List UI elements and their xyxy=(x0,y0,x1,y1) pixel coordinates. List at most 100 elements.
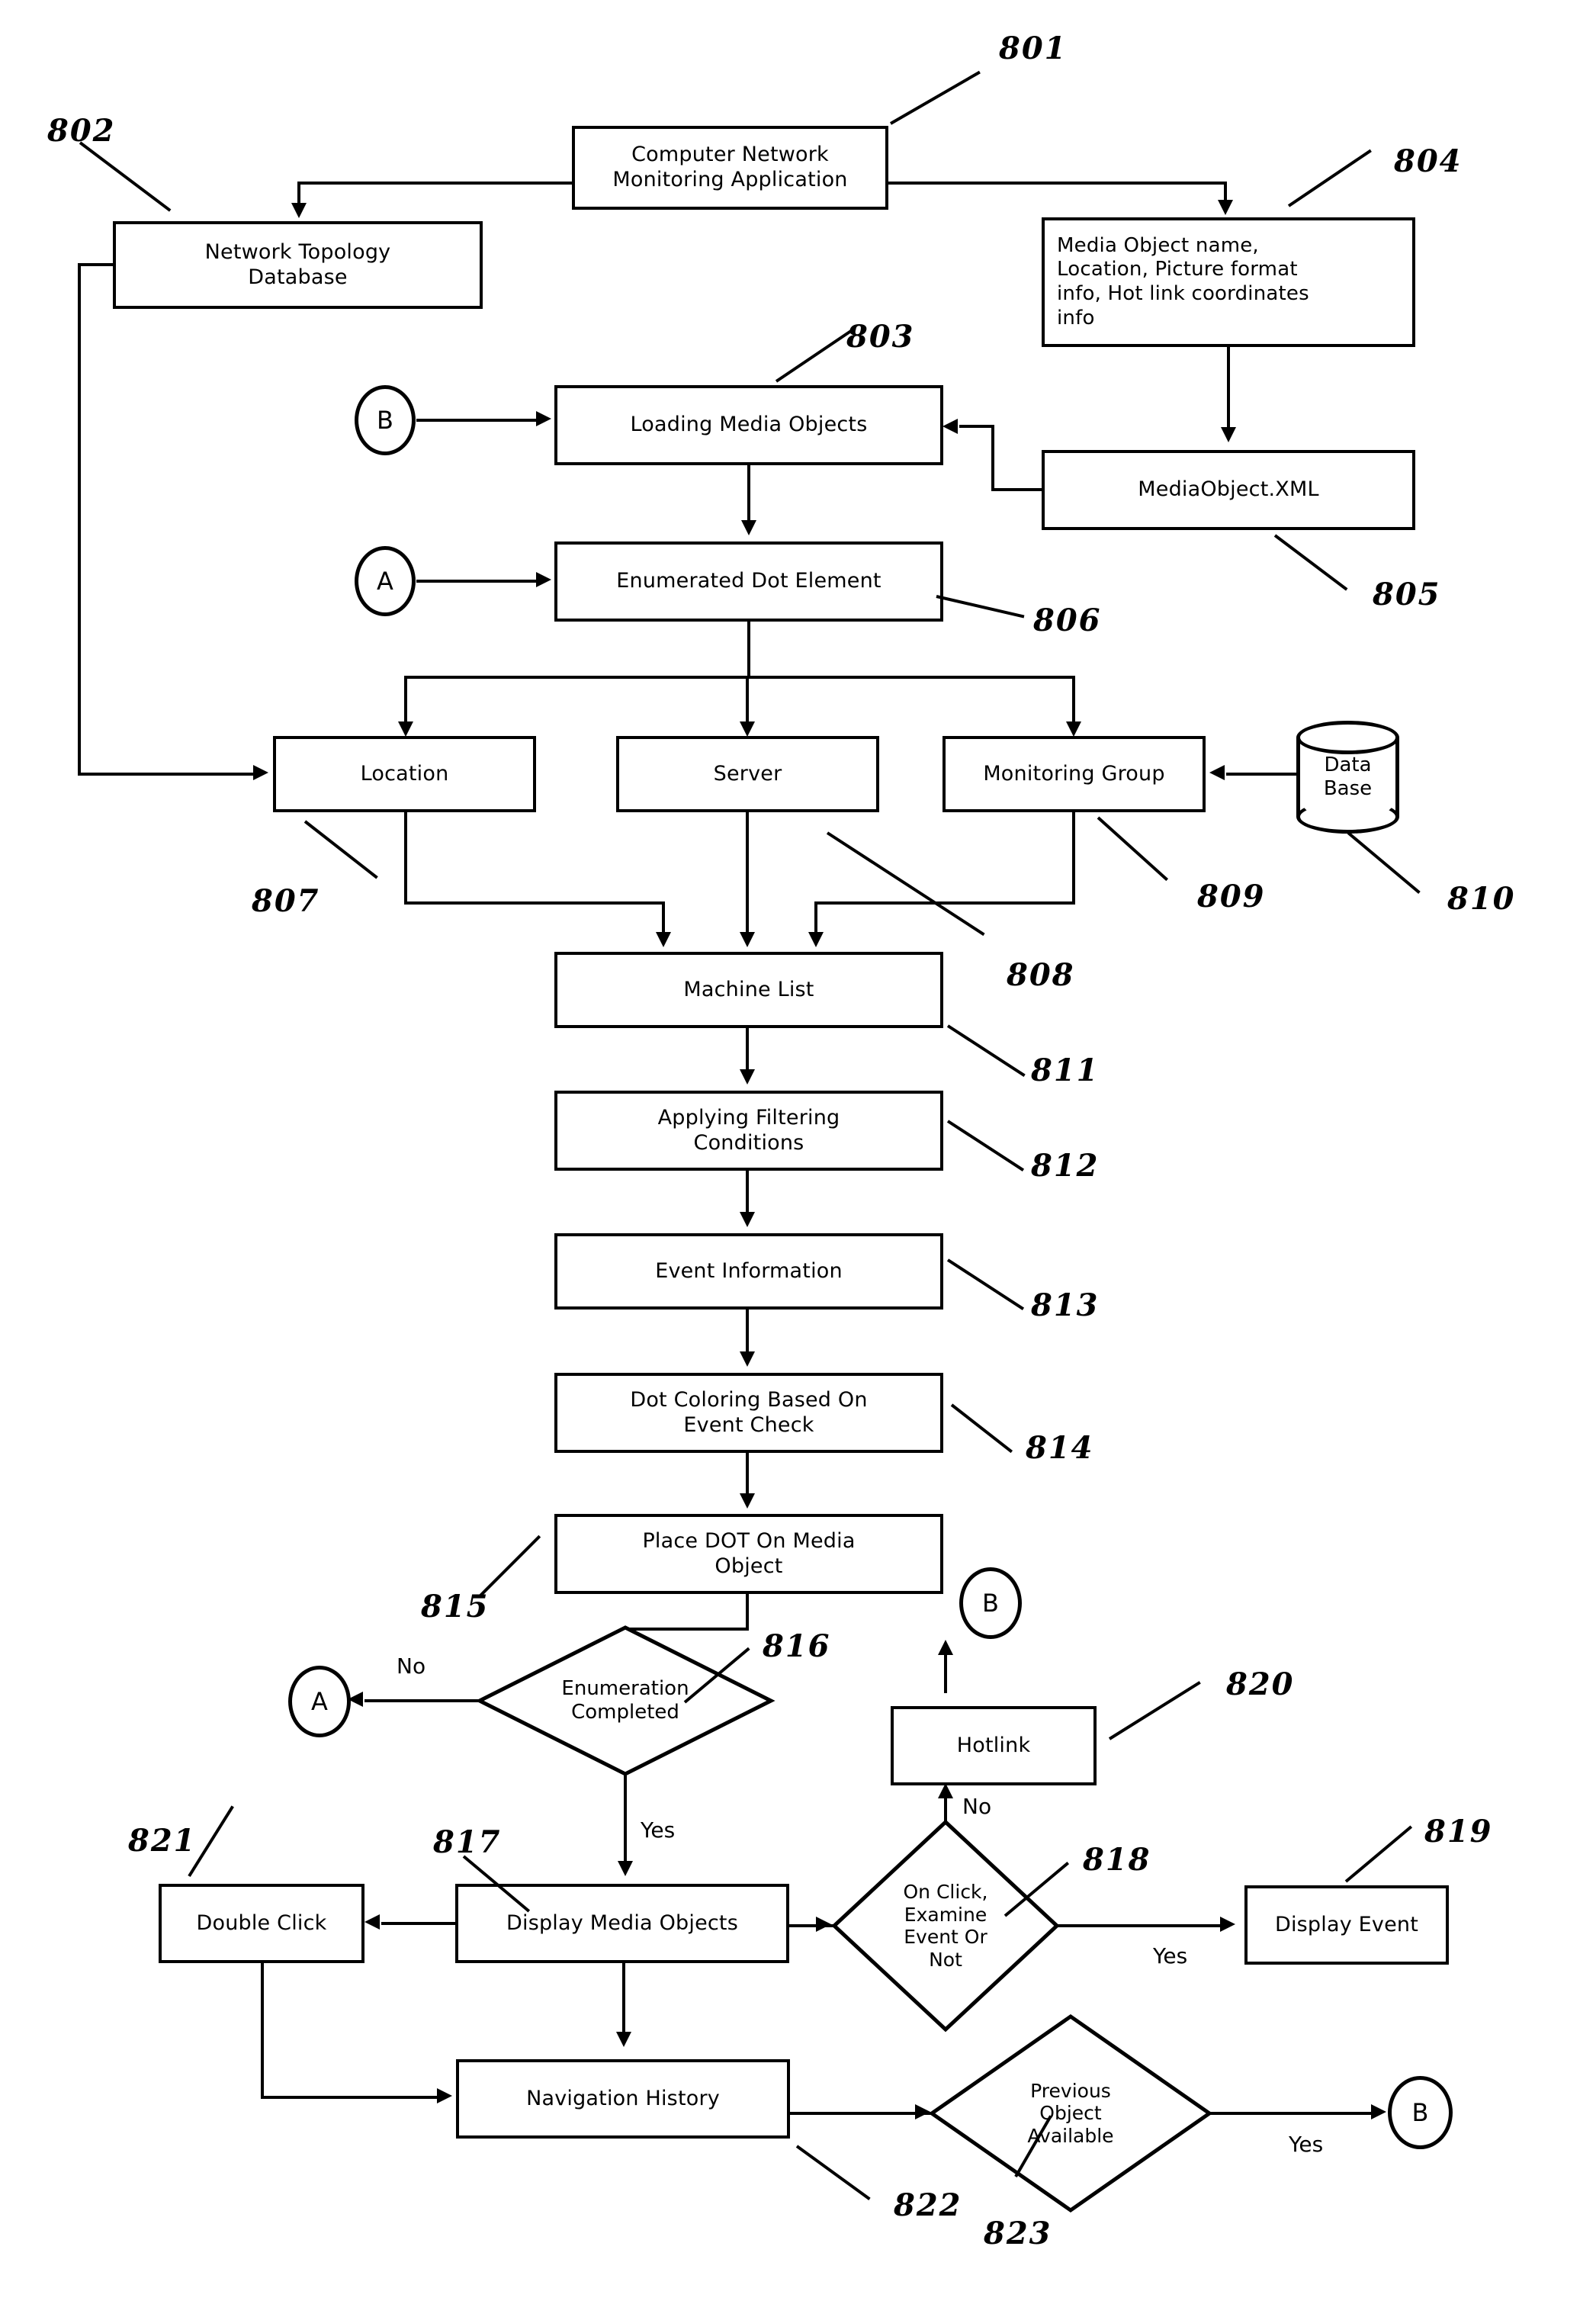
edge-801-to-802-h xyxy=(297,182,573,185)
node-loading-media-objects: Loading Media Objects xyxy=(554,385,943,465)
patent-figure-sheet: Computer Network Monitoring Application … xyxy=(0,0,1596,2317)
node-line: Location, Picture format xyxy=(1057,258,1298,281)
edge-812-to-813 xyxy=(746,1171,749,1215)
leader-820 xyxy=(1108,1681,1201,1740)
node-machine-list: Machine List xyxy=(554,952,943,1028)
leader-807 xyxy=(303,820,378,879)
edge-805-to-803-h2 xyxy=(959,425,994,428)
node-label-stack: Data Base xyxy=(1324,754,1372,800)
node-line: Network Topology xyxy=(204,239,391,264)
edge-b-to-803 xyxy=(416,419,538,422)
edge-805-to-803-v xyxy=(991,425,994,491)
node-label: Location xyxy=(360,761,449,786)
edge-label-enum-no: No xyxy=(397,1653,426,1679)
arrowhead-817-to-822 xyxy=(616,2032,631,2047)
leader-814 xyxy=(950,1403,1013,1454)
node-line: Monitoring Application xyxy=(612,168,848,191)
edge-location-h xyxy=(404,901,665,905)
node-line: Object xyxy=(715,1554,783,1578)
node-line: info xyxy=(1057,306,1095,329)
ref-810: 810 xyxy=(1447,881,1516,917)
edge-817-to-821 xyxy=(381,1922,458,1925)
node-label: Display Media Objects xyxy=(506,1910,738,1935)
arrowhead-ml-to-812 xyxy=(740,1069,755,1085)
decision-on-click-examine-event: On Click, Examine Event Or Not xyxy=(831,1819,1060,2033)
edge-814-to-815 xyxy=(746,1453,749,1496)
arrowhead-bus-monitoring xyxy=(1066,721,1081,737)
leader-819 xyxy=(1344,1825,1413,1883)
edge-816-yes xyxy=(624,1776,627,1861)
arrowhead-816-yes xyxy=(618,1861,633,1876)
bus-806-h xyxy=(404,676,1075,679)
node-line: Database xyxy=(248,265,348,289)
node-hotlink: Hotlink xyxy=(891,1706,1097,1785)
leader-801 xyxy=(890,70,981,125)
leader-812 xyxy=(946,1120,1025,1171)
node-label: Applying Filtering Conditions xyxy=(564,1106,934,1156)
arrowhead-805-to-803 xyxy=(943,419,958,434)
node-line: info, Hot link coordinates xyxy=(1057,282,1309,305)
edge-805-to-803-h1 xyxy=(991,488,1045,491)
edge-816-no xyxy=(364,1699,480,1702)
connector-label: A xyxy=(311,1687,328,1716)
edge-801-to-804-h xyxy=(887,182,1227,185)
node-line: Base xyxy=(1323,777,1373,800)
node-label: Network Topology Database xyxy=(122,240,474,291)
node-place-dot-on-media-object: Place DOT On Media Object xyxy=(554,1514,943,1594)
bus-branch-server xyxy=(746,676,749,726)
node-line: Place DOT On Media xyxy=(642,1528,856,1553)
arrowhead-814-to-815 xyxy=(740,1493,755,1509)
edge-ml-to-812 xyxy=(746,1028,749,1072)
node-label: MediaObject.XML xyxy=(1138,477,1319,502)
edge-801-to-802-v xyxy=(297,182,300,204)
arrowhead-a-to-806 xyxy=(536,572,551,587)
node-applying-filtering-conditions: Applying Filtering Conditions xyxy=(554,1091,943,1171)
edge-label-prev-yes: Yes xyxy=(1289,2132,1324,2157)
edge-823-yes xyxy=(1209,2112,1379,2115)
edge-817-to-822 xyxy=(622,1963,625,2036)
arrowhead-818-no xyxy=(938,1783,953,1798)
node-location: Location xyxy=(273,736,536,812)
node-label: Navigation History xyxy=(526,2086,720,2110)
leader-813 xyxy=(946,1258,1025,1310)
leader-804 xyxy=(1287,149,1372,207)
arrowhead-823-yes xyxy=(1371,2104,1386,2119)
ref-821: 821 xyxy=(128,1823,197,1859)
arrowhead-hotlink-to-b xyxy=(938,1640,953,1655)
ref-804: 804 xyxy=(1394,143,1463,179)
edge-monitoring-to-ml xyxy=(814,901,817,935)
node-label: Enumerated Dot Element xyxy=(616,569,881,593)
edge-802-to-location-v xyxy=(78,263,81,776)
node-network-topology-database: Network Topology Database xyxy=(113,221,483,309)
arrowhead-817-to-821 xyxy=(364,1914,380,1930)
node-label: Media Object name, Location, Picture for… xyxy=(1051,234,1406,331)
edge-label-enum-yes: Yes xyxy=(641,1817,676,1843)
connector-label: B xyxy=(377,406,393,435)
node-label: Display Event xyxy=(1274,1912,1419,1936)
edge-a-to-806 xyxy=(416,580,538,583)
edge-802-to-location-h2 xyxy=(78,773,255,776)
node-line: Applying Filtering xyxy=(657,1105,840,1130)
node-line: Dot Coloring Based On xyxy=(630,1387,868,1412)
node-navigation-history: Navigation History xyxy=(456,2059,790,2139)
node-label: Dot Coloring Based On Event Check xyxy=(564,1388,934,1438)
arrowhead-804-to-805 xyxy=(1221,427,1236,442)
node-display-media-objects: Display Media Objects xyxy=(455,1884,789,1963)
node-label: Place DOT On Media Object xyxy=(564,1529,934,1579)
ref-818: 818 xyxy=(1083,1842,1151,1878)
node-label: Data Base xyxy=(1296,721,1399,834)
ref-813: 813 xyxy=(1031,1287,1100,1323)
connector-b-hotlink: B xyxy=(959,1567,1022,1639)
node-database-cylinder: Data Base xyxy=(1296,721,1399,834)
ref-812: 812 xyxy=(1031,1148,1100,1184)
node-computer-network-monitoring-application: Computer Network Monitoring Application xyxy=(572,126,888,210)
arrowhead-bus-location xyxy=(398,721,413,737)
node-label: Double Click xyxy=(196,1910,327,1935)
connector-label: A xyxy=(377,567,393,596)
ref-817: 817 xyxy=(433,1824,502,1860)
arrowhead-801-to-802 xyxy=(291,203,307,218)
node-label: Hotlink xyxy=(956,1733,1031,1757)
leader-822 xyxy=(795,2145,871,2200)
arrowhead-818-yes xyxy=(1220,1917,1235,1932)
ref-801: 801 xyxy=(999,31,1068,66)
